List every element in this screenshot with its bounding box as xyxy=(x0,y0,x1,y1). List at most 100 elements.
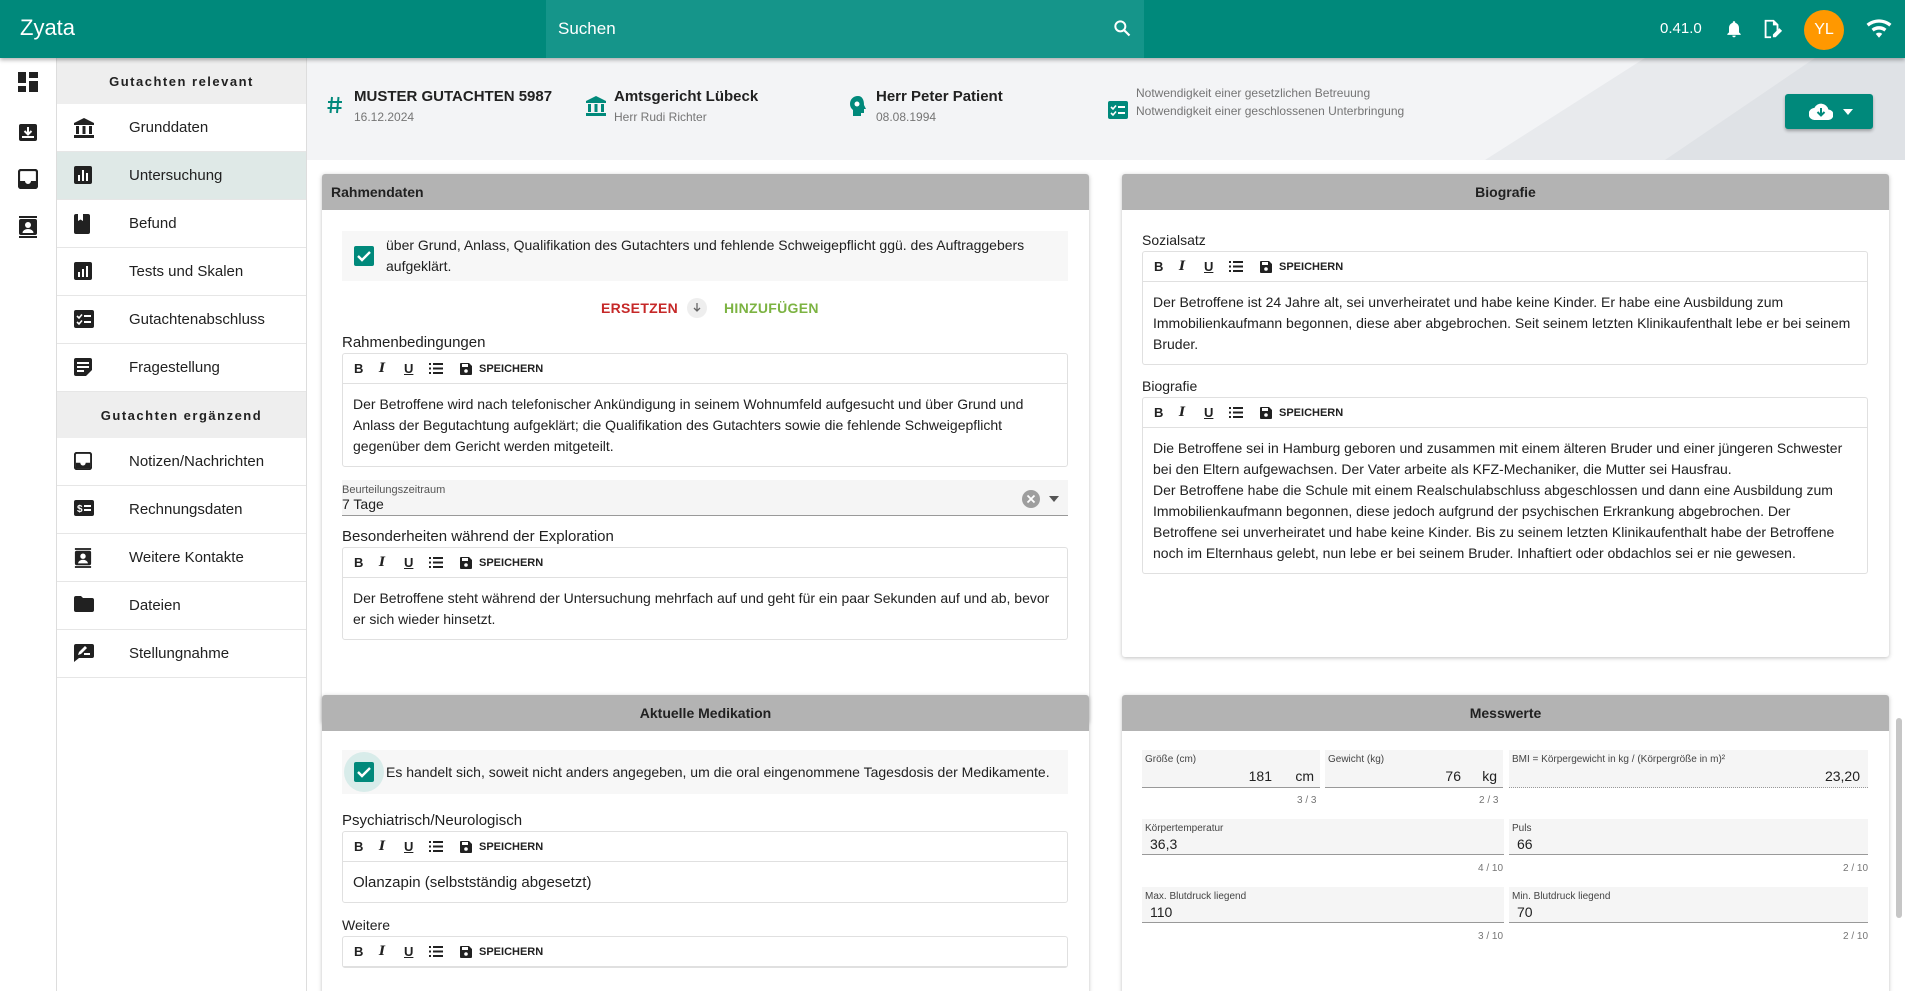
italic-button[interactable]: I xyxy=(1179,259,1204,274)
inbox-download-icon[interactable] xyxy=(18,120,38,142)
bold-button[interactable]: B xyxy=(354,555,379,570)
save-button[interactable]: SPEICHERN xyxy=(1260,406,1343,419)
rahmendaten-card: Rahmendaten über Grund, Anlass, Qualifik… xyxy=(322,174,1089,723)
bold-button[interactable]: B xyxy=(354,944,379,959)
underline-button[interactable]: U xyxy=(404,361,429,376)
underline-button[interactable]: U xyxy=(404,555,429,570)
nav-item-grunddaten[interactable]: Grunddaten xyxy=(57,104,306,152)
field-label-biografie: Biografie xyxy=(1142,378,1198,394)
besonderheiten-editor[interactable]: B I U SPEICHERN Der Betroffene steht wäh… xyxy=(342,547,1068,640)
italic-button[interactable]: I xyxy=(1179,405,1204,420)
download-menu-button[interactable] xyxy=(1785,94,1873,129)
bold-button[interactable]: B xyxy=(1154,259,1179,274)
underline-button[interactable]: U xyxy=(1204,405,1229,420)
groesse-input[interactable]: Größe (cm) 181 cm xyxy=(1142,750,1320,788)
replace-button[interactable]: ERSETZEN xyxy=(601,300,678,316)
bell-icon[interactable] xyxy=(1724,18,1744,40)
arrow-down-icon[interactable] xyxy=(687,298,707,318)
biografie-editor[interactable]: B I U SPEICHERN Die Betroffene sei in Ha… xyxy=(1142,397,1868,574)
list-button[interactable] xyxy=(429,363,454,374)
field-label-psychiatrisch: Psychiatrisch/Neurologisch xyxy=(342,812,523,829)
nav-item-gutachtenabschluss[interactable]: Gutachtenabschluss xyxy=(57,296,306,344)
search-icon[interactable] xyxy=(1112,18,1132,38)
min-blutdruck-input[interactable]: Min. Blutdruck liegend 70 xyxy=(1509,887,1868,923)
nav-item-untersuchung[interactable]: Untersuchung xyxy=(57,152,306,200)
italic-button[interactable]: I xyxy=(379,555,404,570)
main-scrollbar[interactable] xyxy=(1896,718,1902,918)
field-label-weitere: Weitere xyxy=(342,917,390,933)
aufklaerung-checkbox-row[interactable]: über Grund, Anlass, Qualifikation des Gu… xyxy=(342,231,1068,281)
medikation-card: Aktuelle Medikation Es handelt sich, sow… xyxy=(322,695,1089,991)
editor-content[interactable]: Der Betroffene wird nach telefonischer A… xyxy=(343,384,1067,466)
app-brand[interactable]: Zyata xyxy=(20,15,75,41)
dashboard-icon[interactable] xyxy=(18,72,38,92)
puls-input[interactable]: Puls 66 xyxy=(1509,819,1868,855)
save-icon xyxy=(460,840,472,853)
underline-button[interactable]: U xyxy=(1204,259,1229,274)
nav-item-rechnungsdaten[interactable]: $ Rechnungsdaten xyxy=(57,486,306,534)
koerpertemperatur-input[interactable]: Körpertemperatur 36,3 xyxy=(1142,819,1504,855)
editor-content[interactable]: Olanzapin (selbstständig abgesetzt) xyxy=(343,862,1067,902)
nav-item-stellungnahme[interactable]: Stellungnahme xyxy=(57,630,306,678)
nav-item-befund[interactable]: Befund xyxy=(57,200,306,248)
add-button[interactable]: HINZUFÜGEN xyxy=(724,300,819,316)
nav-item-fragestellung[interactable]: Fragestellung xyxy=(57,344,306,392)
beurteilungszeitraum-select[interactable]: Beurteilungszeitraum 7 Tage xyxy=(342,480,1068,516)
search-input[interactable]: Suchen xyxy=(546,0,1144,58)
italic-button[interactable]: I xyxy=(379,839,404,854)
editor-content[interactable]: Der Betroffene ist 24 Jahre alt, sei unv… xyxy=(1143,282,1867,364)
psychiatrisch-editor[interactable]: B I U SPEICHERN Olanzapin (selbstständig… xyxy=(342,831,1068,903)
weitere-editor[interactable]: B I U SPEICHERN xyxy=(342,936,1068,968)
select-value: 7 Tage xyxy=(342,496,384,512)
section-header-relevant: Gutachten relevant xyxy=(57,58,306,104)
field-value: 70 xyxy=(1517,904,1533,920)
chevron-down-icon[interactable] xyxy=(1049,496,1059,502)
inbox-icon[interactable] xyxy=(18,169,38,189)
nav-item-dateien[interactable]: Dateien xyxy=(57,582,306,630)
gewicht-input[interactable]: Gewicht (kg) 76 kg xyxy=(1325,750,1503,788)
card-title: Rahmendaten xyxy=(322,174,1089,210)
checkbox-label: über Grund, Anlass, Qualifikation des Gu… xyxy=(386,237,1025,274)
nav-label: Gutachtenabschluss xyxy=(129,311,265,328)
list-button[interactable] xyxy=(429,841,454,852)
editor-content[interactable]: Die Betroffene sei in Hamburg geboren un… xyxy=(1143,428,1867,573)
bold-button[interactable]: B xyxy=(354,361,379,376)
icon-rail xyxy=(0,58,57,991)
list-button[interactable] xyxy=(429,557,454,568)
tagesdosis-checkbox-row[interactable]: Es handelt sich, soweit nicht anders ang… xyxy=(342,750,1068,794)
nav-item-tests-und-skalen[interactable]: Tests und Skalen xyxy=(57,248,306,296)
bold-button[interactable]: B xyxy=(354,839,379,854)
clear-icon[interactable] xyxy=(1022,490,1040,508)
nav-item-weitere-kontakte[interactable]: Weitere Kontakte xyxy=(57,534,306,582)
editor-content[interactable]: Der Betroffene steht während der Untersu… xyxy=(343,578,1067,639)
checklist-icon xyxy=(74,310,94,328)
list-button[interactable] xyxy=(1229,261,1254,272)
case-title-block: MUSTER GUTACHTEN 5987 16.12.2024 xyxy=(354,88,552,124)
sozialsatz-editor[interactable]: B I U SPEICHERN Der Betroffene ist 24 Ja… xyxy=(1142,251,1868,365)
checkbox-checked[interactable] xyxy=(354,246,374,266)
rahmenbedingungen-editor[interactable]: B I U SPEICHERN Der Betroffene wird nach… xyxy=(342,353,1068,467)
contacts-icon[interactable] xyxy=(18,216,38,238)
save-button[interactable]: SPEICHERN xyxy=(1260,260,1343,273)
save-icon xyxy=(1260,406,1272,419)
italic-button[interactable]: I xyxy=(379,361,404,376)
list-button[interactable] xyxy=(1229,407,1254,418)
max-blutdruck-input[interactable]: Max. Blutdruck liegend 110 xyxy=(1142,887,1504,923)
edit-document-icon[interactable] xyxy=(1761,18,1783,40)
nav-item-notizen[interactable]: Notizen/Nachrichten xyxy=(57,438,306,486)
italic-button[interactable]: I xyxy=(379,944,404,959)
save-button[interactable]: SPEICHERN xyxy=(460,945,543,958)
nav-label: Stellungnahme xyxy=(129,645,230,662)
save-button[interactable]: SPEICHERN xyxy=(460,362,543,375)
save-button[interactable]: SPEICHERN xyxy=(460,556,543,569)
user-avatar[interactable]: YL xyxy=(1804,10,1844,50)
underline-button[interactable]: U xyxy=(404,944,429,959)
save-button[interactable]: SPEICHERN xyxy=(460,840,543,853)
list-button[interactable] xyxy=(429,946,454,957)
card-title: Aktuelle Medikation xyxy=(322,695,1089,731)
checkbox-checked[interactable] xyxy=(354,762,374,782)
bold-button[interactable]: B xyxy=(1154,405,1179,420)
underline-button[interactable]: U xyxy=(404,839,429,854)
save-icon xyxy=(460,362,472,375)
editor-toolbar: B I U SPEICHERN xyxy=(343,354,1067,384)
